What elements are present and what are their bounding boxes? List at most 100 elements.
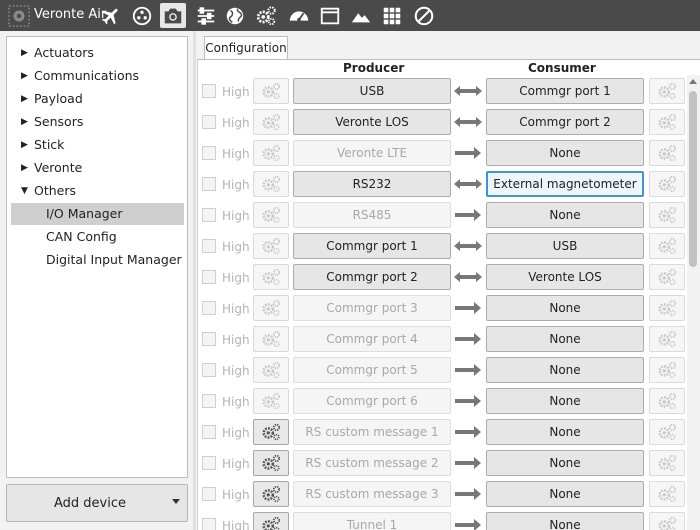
high-checkbox[interactable] <box>202 518 216 530</box>
tree-item-payload[interactable]: ▶ Payload <box>7 88 187 110</box>
producer-field[interactable]: Commgr port 5 <box>293 357 451 383</box>
tree-item-veronte[interactable]: ▶ Veronte <box>7 157 187 179</box>
consumer-settings-gear-icon[interactable] <box>649 388 685 414</box>
consumer-settings-gear-icon[interactable] <box>649 171 685 197</box>
high-checkbox[interactable] <box>202 456 216 470</box>
producer-field[interactable]: Tunnel 1 <box>293 512 451 530</box>
high-checkbox[interactable] <box>202 363 216 377</box>
expand-arrow-icon[interactable]: ▶ <box>21 88 28 110</box>
producer-settings-gear-icon[interactable] <box>253 140 289 166</box>
expand-arrow-icon[interactable]: ▶ <box>21 65 28 87</box>
dropdown-caret-icon[interactable] <box>172 499 180 504</box>
high-checkbox[interactable] <box>202 394 216 408</box>
expand-arrow-icon[interactable]: ▶ <box>21 157 28 179</box>
high-checkbox[interactable] <box>202 208 216 222</box>
tree-item-stick[interactable]: ▶ Stick <box>7 134 187 156</box>
high-checkbox[interactable] <box>202 270 216 284</box>
window-icon[interactable] <box>317 3 343 28</box>
producer-settings-gear-icon[interactable] <box>253 264 289 290</box>
expand-arrow-icon[interactable]: ▶ <box>21 134 28 156</box>
producer-settings-gear-icon[interactable] <box>253 357 289 383</box>
high-checkbox[interactable] <box>202 115 216 129</box>
add-device-button[interactable]: Add device <box>6 484 188 522</box>
producer-field[interactable]: Commgr port 1 <box>293 233 451 259</box>
producer-settings-gear-icon[interactable] <box>253 450 289 476</box>
producer-field[interactable]: RS custom message 2 <box>293 450 451 476</box>
scrollbar-thumb[interactable] <box>689 91 697 267</box>
consumer-settings-gear-icon[interactable] <box>649 481 685 507</box>
high-checkbox[interactable] <box>202 332 216 346</box>
consumer-settings-gear-icon[interactable] <box>649 357 685 383</box>
expand-arrow-icon[interactable]: ▶ <box>21 111 28 133</box>
producer-field[interactable]: RS232 <box>293 171 451 197</box>
high-checkbox[interactable] <box>202 84 216 98</box>
consumer-field[interactable]: Commgr port 1 <box>486 78 644 104</box>
producer-settings-gear-icon[interactable] <box>253 481 289 507</box>
producer-settings-gear-icon[interactable] <box>253 171 289 197</box>
producer-settings-gear-icon[interactable] <box>253 419 289 445</box>
consumer-field[interactable]: Commgr port 2 <box>486 109 644 135</box>
tree-item-digital-input-manager[interactable]: Digital Input Manager <box>7 249 187 271</box>
consumer-settings-gear-icon[interactable] <box>649 233 685 259</box>
gauge-icon[interactable] <box>286 3 312 28</box>
producer-settings-gear-icon[interactable] <box>253 512 289 530</box>
producer-field[interactable]: RS custom message 3 <box>293 481 451 507</box>
producer-settings-gear-icon[interactable] <box>253 388 289 414</box>
consumer-field[interactable]: Veronte LOS <box>486 264 644 290</box>
consumer-settings-gear-icon[interactable] <box>649 264 685 290</box>
consumer-field[interactable]: None <box>486 388 644 414</box>
gear-chip-icon[interactable] <box>5 3 32 28</box>
consumer-settings-gear-icon[interactable] <box>649 419 685 445</box>
producer-settings-gear-icon[interactable] <box>253 109 289 135</box>
consumer-field[interactable]: None <box>486 202 644 228</box>
producer-field[interactable]: Commgr port 3 <box>293 295 451 321</box>
producer-settings-gear-icon[interactable] <box>253 295 289 321</box>
splitter[interactable] <box>193 31 196 530</box>
consumer-field[interactable]: None <box>486 512 644 530</box>
consumer-settings-gear-icon[interactable] <box>649 326 685 352</box>
high-checkbox[interactable] <box>202 425 216 439</box>
grid-icon[interactable] <box>379 3 405 28</box>
consumer-field[interactable]: None <box>486 140 644 166</box>
tree-item-io-manager[interactable]: I/O Manager <box>11 203 184 225</box>
consumer-field[interactable]: None <box>486 419 644 445</box>
consumer-settings-gear-icon[interactable] <box>649 450 685 476</box>
consumer-field[interactable]: None <box>486 295 644 321</box>
high-checkbox[interactable] <box>202 487 216 501</box>
consumer-field[interactable]: External magnetometer <box>486 171 644 197</box>
consumer-settings-gear-icon[interactable] <box>649 140 685 166</box>
consumer-settings-gear-icon[interactable] <box>649 295 685 321</box>
producer-field[interactable]: Commgr port 4 <box>293 326 451 352</box>
high-checkbox[interactable] <box>202 301 216 315</box>
tree-item-sensors[interactable]: ▶ Sensors <box>7 111 187 133</box>
consumer-settings-gear-icon[interactable] <box>649 202 685 228</box>
producer-settings-gear-icon[interactable] <box>253 202 289 228</box>
producer-field[interactable]: Veronte LOS <box>293 109 451 135</box>
joystick-icon[interactable] <box>129 3 155 28</box>
consumer-settings-gear-icon[interactable] <box>649 512 685 530</box>
expand-arrow-icon[interactable]: ▶ <box>21 42 28 64</box>
consumer-field[interactable]: None <box>486 450 644 476</box>
consumer-field[interactable]: None <box>486 326 644 352</box>
tree-item-actuators[interactable]: ▶ Actuators <box>7 42 187 64</box>
producer-field[interactable]: USB <box>293 78 451 104</box>
producer-field[interactable]: Commgr port 6 <box>293 388 451 414</box>
producer-settings-gear-icon[interactable] <box>253 78 289 104</box>
producer-settings-gear-icon[interactable] <box>253 233 289 259</box>
collapse-arrow-icon[interactable]: ▼ <box>21 180 28 202</box>
producer-field[interactable]: Commgr port 2 <box>293 264 451 290</box>
producer-field[interactable]: RS custom message 1 <box>293 419 451 445</box>
scroll-up-icon[interactable] <box>689 79 697 84</box>
gears-icon[interactable] <box>253 3 279 28</box>
vertical-scrollbar[interactable] <box>687 75 700 530</box>
tree-item-communications[interactable]: ▶ Communications <box>7 65 187 87</box>
producer-field[interactable]: RS485 <box>293 202 451 228</box>
producer-field[interactable]: Veronte LTE <box>293 140 451 166</box>
camera-icon[interactable] <box>160 3 186 28</box>
sliders-icon[interactable] <box>193 3 219 28</box>
consumer-field[interactable]: None <box>486 357 644 383</box>
globe-icon[interactable] <box>222 3 248 28</box>
mountain-icon[interactable] <box>348 3 374 28</box>
consumer-settings-gear-icon[interactable] <box>649 109 685 135</box>
consumer-field[interactable]: None <box>486 481 644 507</box>
